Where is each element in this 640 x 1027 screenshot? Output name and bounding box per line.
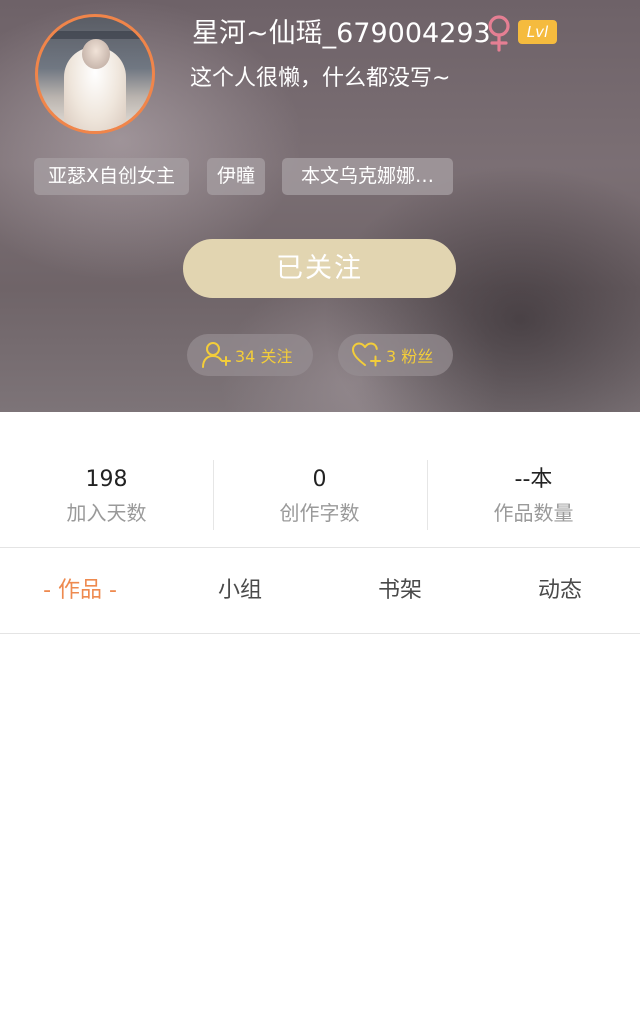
stat-value: 0 xyxy=(312,467,327,492)
stats-divider xyxy=(427,460,428,530)
tab-bookshelf[interactable]: 书架 xyxy=(320,570,480,612)
level-badge: Lvl xyxy=(518,20,557,44)
female-gender-icon xyxy=(488,15,510,52)
stat-works-count: --本 作品数量 xyxy=(427,464,640,528)
stats-divider xyxy=(213,460,214,530)
tab-works[interactable]: - 作品 - xyxy=(0,570,160,612)
profile-header: 星河~仙瑶_679004293 Lvl 这个人很懒，什么都没写~ 亚瑟X自创女主… xyxy=(0,0,640,412)
stat-value: --本 xyxy=(514,467,553,492)
stat-label: 创作字数 xyxy=(279,501,360,525)
heart-plus-icon xyxy=(352,342,381,367)
bio-text: 这个人很懒，什么都没写~ xyxy=(190,66,451,91)
stats-row: 198 加入天数 0 创作字数 --本 作品数量 xyxy=(0,412,640,547)
tag-3[interactable]: 本文乌克娜娜… xyxy=(282,158,453,195)
tag-1[interactable]: 亚瑟X自创女主 xyxy=(34,158,189,195)
tab-groups[interactable]: 小组 xyxy=(160,570,320,612)
stat-label: 加入天数 xyxy=(66,501,147,525)
username: 星河~仙瑶_679004293 xyxy=(192,18,491,49)
following-count: 34 关注 xyxy=(235,347,293,366)
follow-button[interactable]: 已关注 xyxy=(183,239,456,298)
section-divider xyxy=(0,547,640,548)
add-user-icon xyxy=(202,342,231,368)
stat-join-days: 198 加入天数 xyxy=(0,464,213,528)
tabs-divider xyxy=(0,633,640,634)
stat-value: 198 xyxy=(85,467,128,492)
fans-chip[interactable]: 3 粉丝 xyxy=(338,334,453,376)
avatar-background xyxy=(38,31,152,39)
stat-word-count: 0 创作字数 xyxy=(213,464,426,528)
avatar-face xyxy=(82,39,110,69)
avatar[interactable] xyxy=(35,14,155,134)
fans-count: 3 粉丝 xyxy=(386,347,434,366)
tab-activity[interactable]: 动态 xyxy=(480,570,640,612)
following-chip[interactable]: 34 关注 xyxy=(187,334,313,376)
stat-label: 作品数量 xyxy=(493,501,574,525)
tag-2[interactable]: 伊瞳 xyxy=(207,158,265,195)
